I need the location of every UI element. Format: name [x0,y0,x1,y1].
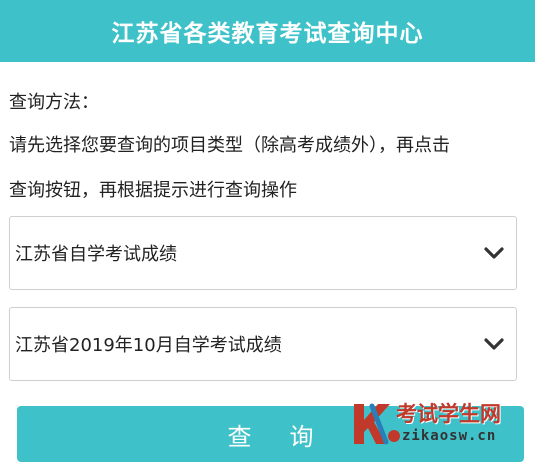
chevron-down-icon [484,247,504,259]
instruction-heading: 查询方法： [9,92,99,113]
category-select[interactable]: 江苏省自学考试成绩 [9,216,517,290]
main-content: 查询方法： 请先选择您要查询的项目类型（除高考成绩外），再点击 查询按钮，再根据… [0,91,535,381]
chevron-down-icon [484,338,504,350]
query-button[interactable]: 查询 [17,406,524,462]
instruction-text-line-1: 请先选择您要查询的项目类型（除高考成绩外），再点击 [9,135,450,156]
category-select-value: 江苏省自学考试成绩 [15,244,177,265]
instruction-text-line-2: 查询按钮，再根据提示进行查询操作 [9,180,297,201]
page-header: 江苏省各类教育考试查询中心 [0,0,535,62]
page-title: 江苏省各类教育考试查询中心 [111,21,424,47]
exam-select-value: 江苏省2019年10月自学考试成绩 [15,335,282,356]
exam-select[interactable]: 江苏省2019年10月自学考试成绩 [9,307,517,381]
